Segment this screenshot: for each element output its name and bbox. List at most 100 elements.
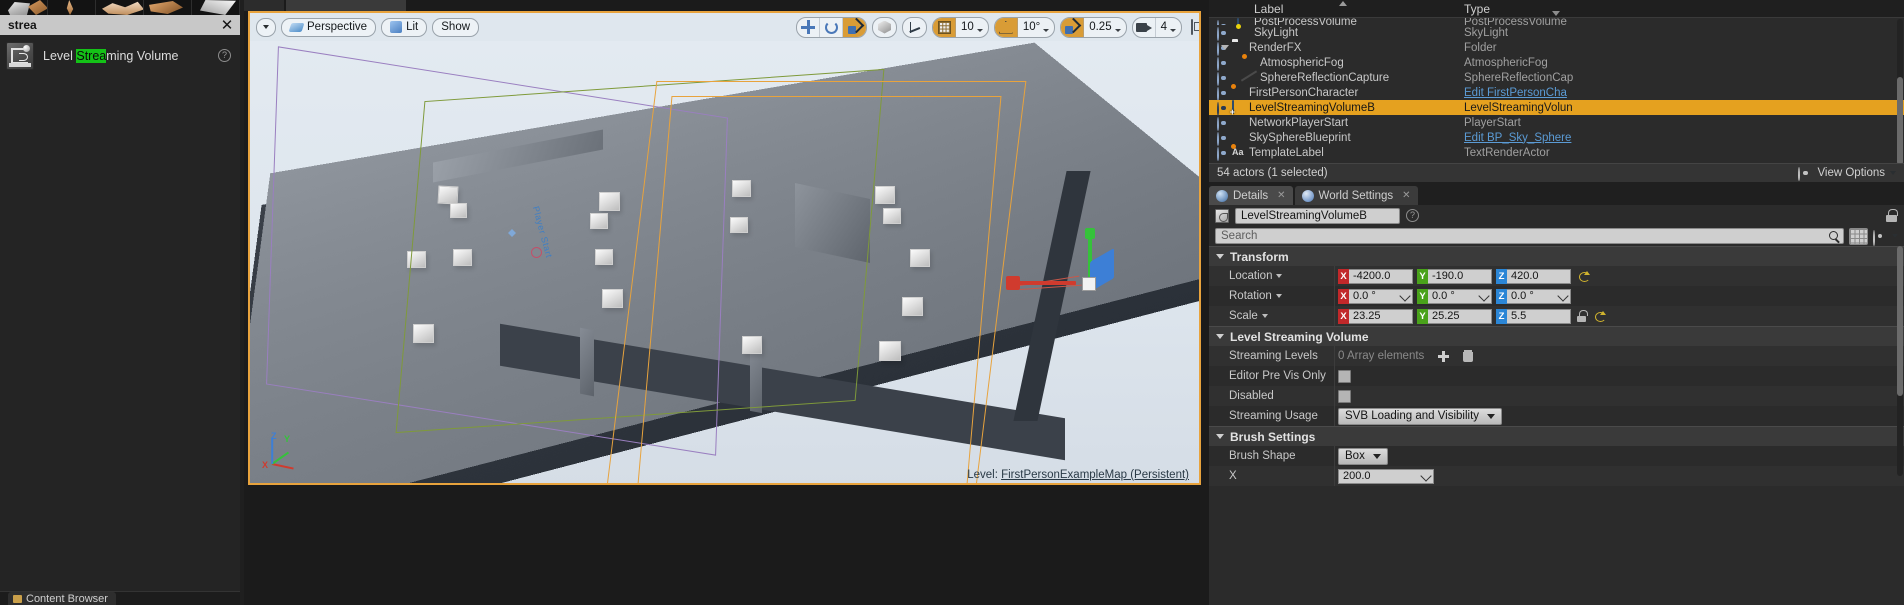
scale-snap-value[interactable]: 0.25 <box>1084 18 1125 37</box>
camera-speed-button[interactable] <box>1133 17 1156 37</box>
rotate-mode-button[interactable] <box>820 17 844 37</box>
eye-icon[interactable] <box>1873 229 1887 246</box>
section-header-transform[interactable]: Transform <box>1209 246 1904 266</box>
viewport-tab-inactive[interactable] <box>244 0 284 11</box>
clear-search-icon[interactable]: ✕ <box>214 15 240 35</box>
spinner-icon[interactable] <box>1421 472 1430 481</box>
visibility-eye-icon[interactable] <box>1217 27 1230 41</box>
chevron-down-icon[interactable] <box>1892 234 1898 238</box>
column-label[interactable]: Label <box>1254 2 1283 16</box>
outliner-row[interactable]: Aa TemplateLabel TextRenderActor <box>1209 144 1904 161</box>
outliner-scrollbar[interactable] <box>1897 19 1903 169</box>
tab-details[interactable]: Details ✕ <box>1209 186 1293 205</box>
place-actors-search-input[interactable]: strea <box>0 18 214 32</box>
viewport-options-menu[interactable] <box>256 17 276 37</box>
grid-snap-toggle[interactable] <box>933 17 957 37</box>
reset-icon[interactable] <box>1595 310 1606 322</box>
outliner-row[interactable]: FirstPersonCharacter Edit FirstPersonCha <box>1209 84 1904 101</box>
camera-type-button[interactable]: Perspective <box>281 17 377 37</box>
section-header-level-streaming-volume[interactable]: Level Streaming Volume <box>1209 326 1904 346</box>
y-field[interactable]: Y -190.0 <box>1417 268 1492 284</box>
asset-thumbnail[interactable] <box>192 0 240 15</box>
x-field[interactable]: X -4200.0 <box>1338 268 1413 284</box>
outliner-row[interactable]: NetworkPlayerStart PlayerStart <box>1209 115 1904 131</box>
reset-icon[interactable] <box>1579 270 1590 282</box>
x-input[interactable]: 23.25 <box>1349 308 1413 324</box>
viewport-3d-scene[interactable]: Player Start X Y Z Level: FirstPersonExa… <box>250 41 1199 483</box>
y-input[interactable]: 25.25 <box>1428 308 1492 324</box>
x-field[interactable]: X 23.25 <box>1338 308 1413 324</box>
outliner-row[interactable]: PostProcessVolume PostProcessVolume <box>1209 18 1904 25</box>
z-field[interactable]: Z 420.0 <box>1496 268 1571 284</box>
help-icon[interactable]: ? <box>218 49 231 62</box>
close-icon[interactable]: ✕ <box>1277 190 1285 201</box>
transform-gizmo[interactable] <box>1006 228 1148 307</box>
close-icon[interactable]: ✕ <box>1402 190 1410 201</box>
y-input[interactable]: 0.0 ° <box>1428 288 1492 304</box>
outliner-row[interactable]: AtmosphericFog AtmosphericFog <box>1209 54 1904 71</box>
x-input[interactable]: 0.0 ° <box>1349 288 1413 304</box>
add-element-icon[interactable] <box>1438 350 1450 362</box>
z-input[interactable]: 5.5 <box>1507 308 1571 324</box>
expander-icon[interactable] <box>1221 45 1229 50</box>
dropdown[interactable]: Box <box>1338 447 1388 465</box>
details-scrollbar[interactable] <box>1897 246 1903 476</box>
show-flags-button[interactable]: Show <box>432 17 480 37</box>
maximize-viewport-button[interactable] <box>1191 19 1193 35</box>
lock-ratio-icon[interactable] <box>1577 310 1588 322</box>
x-field[interactable]: X 0.0 ° <box>1338 288 1413 304</box>
spinner-icon[interactable] <box>1479 292 1488 301</box>
y-input[interactable]: -190.0 <box>1428 268 1492 284</box>
viewport-tab-active[interactable] <box>286 0 406 11</box>
angle-snap-toggle[interactable] <box>994 17 1018 37</box>
chevron-down-icon[interactable] <box>1275 294 1282 298</box>
delete-icon[interactable] <box>1463 350 1474 362</box>
number-input[interactable]: 200.0 <box>1338 468 1434 484</box>
visibility-eye-icon[interactable] <box>1217 102 1230 116</box>
x-input[interactable]: -4200.0 <box>1349 268 1413 284</box>
scale-snap-toggle[interactable] <box>1061 17 1085 37</box>
outliner-row[interactable]: SkyLight SkyLight <box>1209 24 1904 41</box>
asset-thumbnail[interactable] <box>48 0 96 15</box>
outliner-row[interactable]: LevelStreamingVolumeB LevelStreamingVolun <box>1209 100 1904 116</box>
spinner-icon[interactable] <box>1558 292 1567 301</box>
spinner-icon[interactable] <box>1400 292 1409 301</box>
grid-snap-value[interactable]: 10 <box>956 18 988 37</box>
z-field[interactable]: Z 5.5 <box>1496 308 1571 324</box>
chevron-down-icon[interactable] <box>1276 274 1283 278</box>
scale-mode-button[interactable] <box>843 17 867 37</box>
tab-content-browser[interactable]: Content Browser <box>8 592 116 605</box>
actor-name-input[interactable]: LevelStreamingVolumeB <box>1235 207 1400 224</box>
tab-world-settings[interactable]: World Settings ✕ <box>1294 186 1418 205</box>
place-actors-search-bar[interactable]: strea ✕ <box>0 15 240 35</box>
place-actor-item-level-streaming-volume[interactable]: Level Streaming Volume ? <box>0 38 240 74</box>
translate-mode-button[interactable] <box>797 17 821 37</box>
display-options-button[interactable] <box>1849 227 1868 245</box>
y-field[interactable]: Y 0.0 ° <box>1417 288 1492 304</box>
checkbox[interactable] <box>1338 369 1351 383</box>
asset-thumbnail[interactable] <box>144 0 192 15</box>
help-icon[interactable]: ? <box>1406 209 1419 222</box>
surface-snap-button[interactable] <box>903 18 926 37</box>
outliner-row[interactable]: SkySphereBlueprint Edit BP_Sky_Sphere <box>1209 130 1904 146</box>
outliner-row-type[interactable]: Edit FirstPersonCha <box>1464 87 1567 99</box>
z-input[interactable]: 0.0 ° <box>1507 288 1571 304</box>
details-search-input[interactable]: Search <box>1215 228 1844 244</box>
outliner-row[interactable]: RenderFX Folder <box>1209 40 1904 56</box>
lock-icon[interactable] <box>1886 209 1898 222</box>
visibility-eye-icon[interactable] <box>1217 72 1230 86</box>
view-options-button[interactable]: View Options <box>1798 166 1896 181</box>
dropdown[interactable]: SVB Loading and Visibility <box>1338 407 1503 425</box>
z-field[interactable]: Z 0.0 ° <box>1496 288 1571 304</box>
y-field[interactable]: Y 25.25 <box>1417 308 1492 324</box>
outliner-row[interactable]: SphereReflectionCapture SphereReflectionC… <box>1209 70 1904 86</box>
gizmo-center-handle[interactable] <box>1082 277 1096 291</box>
angle-snap-value[interactable]: 10° <box>1018 18 1054 37</box>
column-type[interactable]: Type <box>1464 2 1490 16</box>
world-space-button[interactable] <box>873 18 896 37</box>
checkbox[interactable] <box>1338 389 1351 403</box>
asset-thumbnail[interactable] <box>96 0 144 15</box>
chevron-down-icon[interactable] <box>1261 314 1268 318</box>
visibility-eye-icon[interactable] <box>1217 117 1230 131</box>
asset-thumbnail[interactable] <box>0 0 48 15</box>
